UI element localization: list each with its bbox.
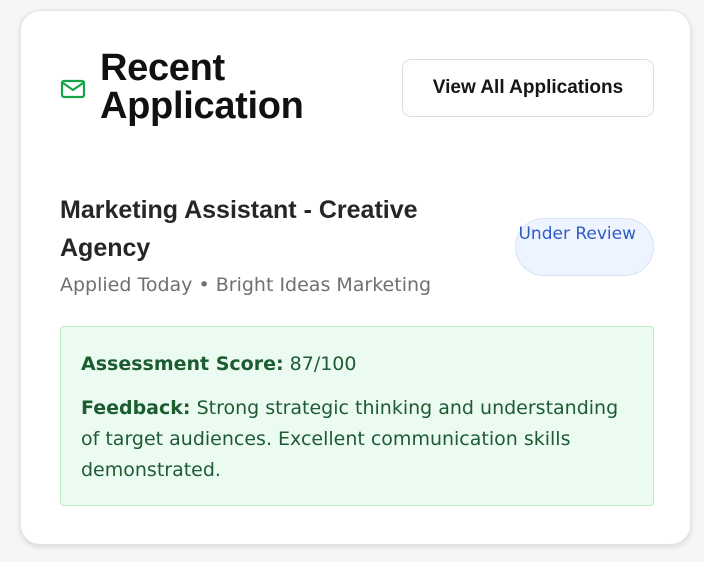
card-title: Recent Application xyxy=(100,47,304,127)
recent-application-card: Recent Application View All Applications… xyxy=(20,10,691,545)
view-all-applications-button[interactable]: View All Applications xyxy=(402,59,654,117)
assessment-feedback: Feedback: Strong strategic thinking and … xyxy=(81,393,634,486)
applied-date: Applied Today xyxy=(60,274,193,296)
assessment-score-label: Assessment Score: xyxy=(81,353,284,375)
job-title: Marketing Assistant - Creative Agency xyxy=(60,196,418,262)
application-meta: Applied Today • Bright Ideas Marketing xyxy=(60,271,500,299)
mail-icon xyxy=(60,79,86,99)
assessment-score-value: 87/100 xyxy=(289,353,357,375)
assessment-panel: Assessment Score: 87/100 Feedback: Stron… xyxy=(60,326,654,506)
status-badge: Under Review xyxy=(515,218,654,276)
company-name: Bright Ideas Marketing xyxy=(215,274,432,296)
feedback-label: Feedback: xyxy=(81,397,191,419)
meta-separator: • xyxy=(198,274,210,296)
assessment-score: Assessment Score: 87/100 xyxy=(81,347,634,381)
